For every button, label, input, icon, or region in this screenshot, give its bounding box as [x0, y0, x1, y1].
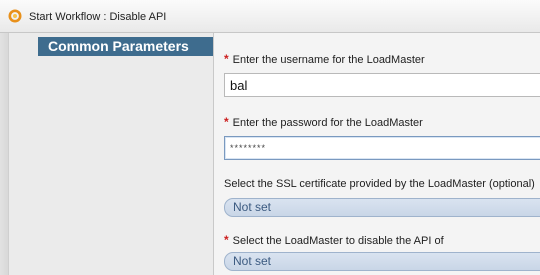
- ssl-cert-select[interactable]: Not set: [224, 198, 540, 217]
- window-title: Start Workflow : Disable API: [29, 11, 167, 23]
- required-marker: *: [224, 233, 229, 247]
- workflow-icon: [8, 9, 22, 23]
- loadmaster-select[interactable]: Not set: [224, 252, 540, 271]
- section-header-label: Common Parameters: [48, 38, 189, 54]
- password-label-text: Enter the password for the LoadMaster: [232, 117, 423, 129]
- username-label: * Enter the username for the LoadMaster: [224, 52, 425, 66]
- title-bar: Start Workflow : Disable API: [0, 0, 540, 33]
- left-pane: [0, 33, 214, 275]
- username-input[interactable]: [224, 73, 540, 97]
- left-edge-strip: [0, 33, 9, 275]
- password-label: * Enter the password for the LoadMaster: [224, 115, 423, 129]
- ssl-cert-label-text: Select the SSL certificate provided by t…: [224, 178, 535, 190]
- loadmaster-select-value: Not set: [233, 254, 272, 268]
- section-header-common-parameters[interactable]: Common Parameters: [38, 37, 214, 56]
- loadmaster-label: * Select the LoadMaster to disable the AP…: [224, 233, 444, 247]
- password-input[interactable]: [224, 136, 540, 160]
- username-label-text: Enter the username for the LoadMaster: [232, 54, 425, 66]
- ssl-cert-select-value: Not set: [233, 200, 272, 214]
- loadmaster-label-text: Select the LoadMaster to disable the API…: [232, 235, 444, 247]
- required-marker: *: [224, 115, 229, 129]
- ssl-cert-label: Select the SSL certificate provided by t…: [224, 178, 535, 190]
- required-marker: *: [224, 52, 229, 66]
